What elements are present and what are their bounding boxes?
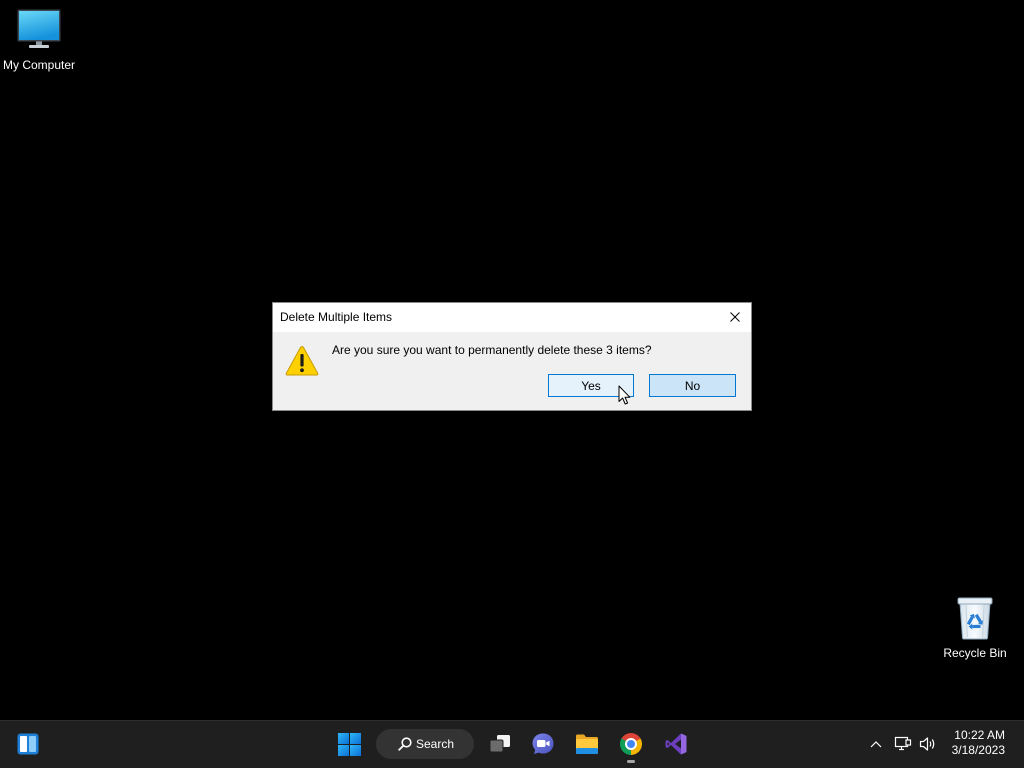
taskbar-teams-chat[interactable]: [523, 724, 563, 764]
close-icon: [730, 312, 740, 322]
volume-icon: [919, 737, 935, 751]
taskbar-search-box[interactable]: Search: [376, 729, 474, 759]
widgets-button[interactable]: [8, 724, 48, 764]
dialog-message: Are you sure you want to permanently del…: [332, 343, 652, 357]
show-hidden-icons-button[interactable]: [864, 728, 888, 760]
delete-confirmation-dialog: Delete Multiple Items Are you sure you w…: [272, 302, 752, 411]
network-button[interactable]: [891, 728, 915, 760]
search-label: Search: [416, 737, 455, 751]
clock-date: 3/18/2023: [951, 743, 1005, 757]
taskbar: Search 10:22 AM 3/18/2023: [0, 720, 1024, 768]
windows-start-icon: [337, 732, 361, 756]
mouse-cursor: [618, 385, 631, 405]
chevron-up-icon: [870, 741, 882, 748]
task-view-icon: [489, 735, 510, 753]
monitor-icon: [17, 9, 61, 48]
recycle-bin-icon: [957, 597, 993, 640]
desktop-icon-label: Recycle Bin: [943, 646, 1007, 660]
search-icon: [398, 737, 412, 751]
dialog-title: Delete Multiple Items: [280, 310, 393, 324]
visual-studio-icon: [665, 733, 687, 755]
running-indicator: [627, 760, 635, 763]
close-button[interactable]: [719, 303, 751, 331]
dialog-body: Are you sure you want to permanently del…: [273, 332, 751, 410]
taskbar-file-explorer[interactable]: [567, 724, 607, 764]
chrome-icon: [620, 733, 642, 755]
widgets-icon: [17, 733, 39, 755]
taskbar-task-view[interactable]: [480, 724, 520, 764]
no-button[interactable]: No: [649, 374, 736, 397]
desktop-icon-label: My Computer: [2, 58, 76, 72]
chrome-icon-center: [625, 738, 637, 750]
taskbar-chrome[interactable]: [611, 724, 651, 764]
start-button[interactable]: [329, 724, 369, 764]
taskbar-clock[interactable]: 10:22 AM 3/18/2023: [952, 728, 1005, 758]
file-explorer-icon: [576, 734, 598, 754]
desktop-icon-my-computer[interactable]: My Computer: [0, 9, 78, 72]
desktop-icon-recycle-bin[interactable]: Recycle Bin: [940, 596, 1010, 660]
taskbar-visual-studio[interactable]: [656, 724, 696, 764]
clock-time: 10:22 AM: [954, 728, 1005, 742]
warning-icon: [285, 345, 319, 376]
volume-button[interactable]: [916, 728, 940, 760]
dialog-title-bar[interactable]: Delete Multiple Items: [273, 303, 751, 332]
network-icon: [894, 736, 912, 751]
teams-chat-icon: [532, 733, 554, 754]
